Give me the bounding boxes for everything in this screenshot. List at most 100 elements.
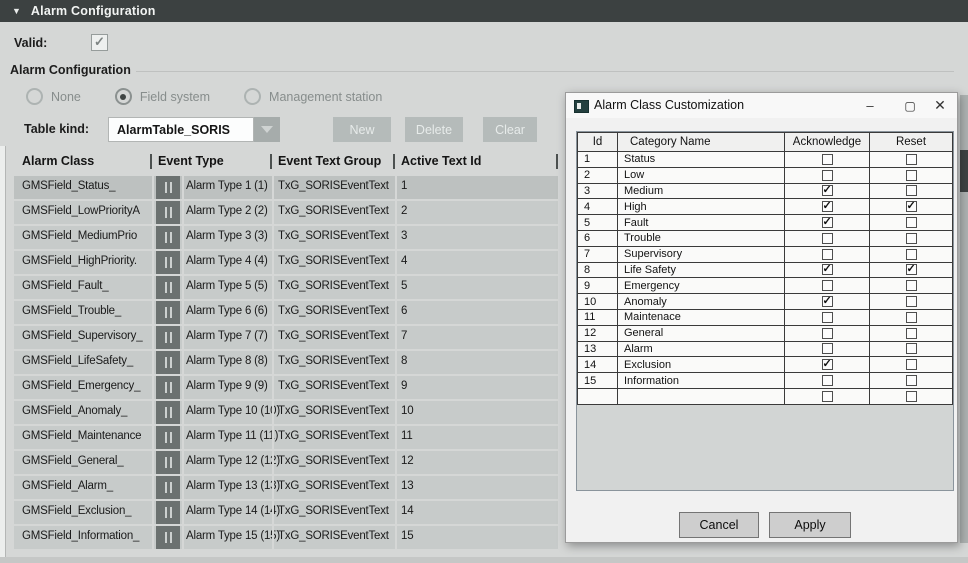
acknowledge-checkbox[interactable] — [822, 280, 833, 291]
category-name-cell[interactable]: Maintenace — [618, 310, 785, 326]
drag-handle-icon[interactable] — [156, 451, 180, 474]
radio-none[interactable]: None — [26, 88, 81, 105]
category-name-cell[interactable]: High — [618, 199, 785, 215]
acknowledge-checkbox[interactable] — [822, 312, 833, 323]
column-header-id[interactable]: Id — [577, 133, 618, 152]
reset-checkbox[interactable] — [906, 391, 917, 402]
alarm-table-row[interactable]: GMSField_Status_Alarm Type 1 (1)TxG_SORI… — [14, 176, 560, 199]
id-cell[interactable]: 12 — [577, 326, 618, 342]
acknowledge-checkbox[interactable] — [822, 185, 833, 196]
drag-handle-icon[interactable] — [156, 476, 180, 499]
reset-checkbox[interactable] — [906, 312, 917, 323]
close-button[interactable]: ✕ — [929, 93, 951, 118]
id-cell[interactable]: 13 — [577, 342, 618, 358]
drag-handle-icon[interactable] — [156, 201, 180, 224]
reset-checkbox[interactable] — [906, 280, 917, 291]
category-name-cell[interactable] — [618, 389, 785, 405]
reset-checkbox[interactable] — [906, 154, 917, 165]
category-name-cell[interactable]: General — [618, 326, 785, 342]
id-cell[interactable]: 1 — [577, 152, 618, 168]
alarm-table-row[interactable]: GMSField_Information_Alarm Type 15 (15)T… — [14, 526, 560, 549]
reset-checkbox[interactable] — [906, 343, 917, 354]
radio-management-station[interactable]: Management station — [244, 88, 382, 105]
drag-handle-icon[interactable] — [156, 426, 180, 449]
reset-checkbox[interactable] — [906, 328, 917, 339]
id-cell[interactable]: 2 — [577, 168, 618, 184]
id-cell[interactable]: 4 — [577, 199, 618, 215]
category-name-cell[interactable]: Information — [618, 373, 785, 389]
alarm-table-row[interactable]: GMSField_MaintenanceAlarm Type 11 (11)Tx… — [14, 426, 560, 449]
acknowledge-checkbox[interactable] — [822, 170, 833, 181]
id-cell[interactable] — [577, 389, 618, 405]
reset-checkbox[interactable] — [906, 375, 917, 386]
reset-checkbox[interactable] — [906, 233, 917, 244]
id-cell[interactable]: 7 — [577, 247, 618, 263]
column-header-active-text-id[interactable]: Active Text Id — [401, 154, 481, 168]
alarm-table-row[interactable]: GMSField_Emergency_Alarm Type 9 (9)TxG_S… — [14, 376, 560, 399]
column-header-acknowledge[interactable]: Acknowledge — [785, 133, 870, 152]
drag-handle-icon[interactable] — [156, 401, 180, 424]
acknowledge-checkbox[interactable] — [822, 391, 833, 402]
table-kind-combobox[interactable]: AlarmTable_SORIS — [108, 117, 254, 142]
reset-checkbox[interactable] — [906, 359, 917, 370]
drag-handle-icon[interactable] — [156, 351, 180, 374]
category-name-cell[interactable]: Fault — [618, 215, 785, 231]
drag-handle-icon[interactable] — [156, 526, 180, 549]
vertical-scrollbar-thumb[interactable] — [960, 150, 968, 192]
category-name-cell[interactable]: Exclusion — [618, 357, 785, 373]
alarm-table-row[interactable]: GMSField_HighPriority.Alarm Type 4 (4)Tx… — [14, 251, 560, 274]
acknowledge-checkbox[interactable] — [822, 264, 833, 275]
id-cell[interactable]: 5 — [577, 215, 618, 231]
drag-handle-icon[interactable] — [156, 501, 180, 524]
acknowledge-checkbox[interactable] — [822, 233, 833, 244]
alarm-table-row[interactable]: GMSField_LifeSafety_Alarm Type 8 (8)TxG_… — [14, 351, 560, 374]
dialog-titlebar[interactable]: Alarm Class Customization – ▢ ✕ — [566, 93, 957, 118]
drag-handle-icon[interactable] — [156, 376, 180, 399]
drag-handle-icon[interactable] — [156, 326, 180, 349]
id-cell[interactable]: 6 — [577, 231, 618, 247]
reset-checkbox[interactable] — [906, 264, 917, 275]
radio-field-system[interactable]: Field system — [115, 88, 210, 105]
alarm-table-row[interactable]: GMSField_Supervisory_Alarm Type 7 (7)TxG… — [14, 326, 560, 349]
id-cell[interactable]: 3 — [577, 184, 618, 200]
collapse-arrow-icon[interactable]: ▼ — [12, 6, 21, 16]
column-header-event-type[interactable]: Event Type — [158, 154, 224, 168]
category-name-cell[interactable]: Anomaly — [618, 294, 785, 310]
category-name-cell[interactable]: Alarm — [618, 342, 785, 358]
column-header-category-name[interactable]: Category Name — [618, 133, 785, 152]
id-cell[interactable]: 10 — [577, 294, 618, 310]
acknowledge-checkbox[interactable] — [822, 296, 833, 307]
column-separator[interactable] — [556, 154, 558, 169]
category-name-cell[interactable]: Trouble — [618, 231, 785, 247]
category-name-cell[interactable]: Status — [618, 152, 785, 168]
cancel-button[interactable]: Cancel — [679, 512, 759, 538]
delete-button[interactable]: Delete — [405, 117, 463, 142]
drag-handle-icon[interactable] — [156, 251, 180, 274]
id-cell[interactable]: 14 — [577, 357, 618, 373]
category-name-cell[interactable]: Life Safety — [618, 263, 785, 279]
acknowledge-checkbox[interactable] — [822, 343, 833, 354]
maximize-button[interactable]: ▢ — [899, 93, 921, 118]
drag-handle-icon[interactable] — [156, 276, 180, 299]
reset-checkbox[interactable] — [906, 296, 917, 307]
new-button[interactable]: New — [333, 117, 391, 142]
category-name-cell[interactable]: Supervisory — [618, 247, 785, 263]
id-cell[interactable]: 8 — [577, 263, 618, 279]
alarm-table-row[interactable]: GMSField_Alarm_Alarm Type 13 (13)TxG_SOR… — [14, 476, 560, 499]
apply-button[interactable]: Apply — [769, 512, 851, 538]
category-name-cell[interactable]: Medium — [618, 184, 785, 200]
id-cell[interactable]: 15 — [577, 373, 618, 389]
alarm-table-row[interactable]: GMSField_LowPriorityAAlarm Type 2 (2)TxG… — [14, 201, 560, 224]
id-cell[interactable]: 11 — [577, 310, 618, 326]
id-cell[interactable]: 9 — [577, 278, 618, 294]
drag-handle-icon[interactable] — [156, 176, 180, 199]
column-header-reset[interactable]: Reset — [870, 133, 953, 152]
alarm-table-row[interactable]: GMSField_General_Alarm Type 12 (12)TxG_S… — [14, 451, 560, 474]
clear-button[interactable]: Clear — [483, 117, 537, 142]
acknowledge-checkbox[interactable] — [822, 359, 833, 370]
table-kind-dropdown-button[interactable] — [254, 117, 280, 142]
drag-handle-icon[interactable] — [156, 301, 180, 324]
reset-checkbox[interactable] — [906, 217, 917, 228]
reset-checkbox[interactable] — [906, 201, 917, 212]
reset-checkbox[interactable] — [906, 170, 917, 181]
